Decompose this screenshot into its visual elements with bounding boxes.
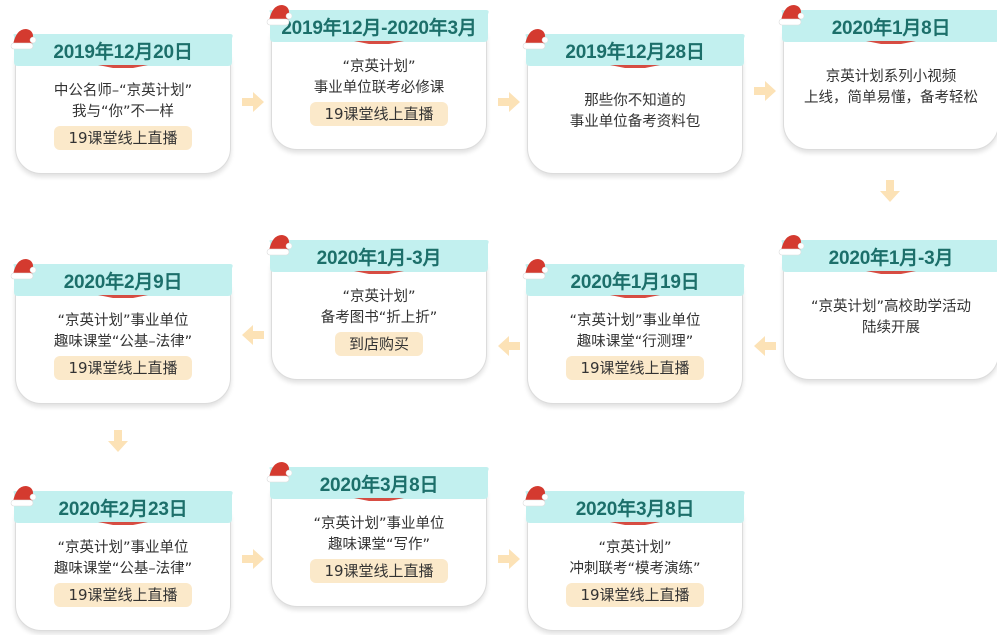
card-text-line: 陆续开展 <box>862 320 920 336</box>
santa-hat-icon <box>520 253 550 283</box>
date-banner: 2019年12月20日 <box>10 32 236 68</box>
arrow-right-icon <box>752 78 778 104</box>
date-banner: 2019年12月28日 <box>522 32 748 68</box>
card-tag: 19课堂线上直播 <box>54 126 192 150</box>
santa-hat-icon <box>776 0 806 29</box>
card-date: 2019年12月-2020年3月 <box>281 18 477 39</box>
santa-hat-icon <box>264 229 294 259</box>
timeline-card: 2019年12月28日那些你不知道的 事业单位备考资料包 <box>522 29 745 174</box>
arrow-left-icon <box>496 333 522 359</box>
timeline-card: 2019年12月20日中公名师–“京英计划” 我与“你”不一样 19课堂线上直播 <box>10 29 233 174</box>
card-text-line: 趣味课堂“行测理” <box>576 334 694 350</box>
card-tag: 19课堂线上直播 <box>566 583 704 607</box>
card-body: “京英计划”事业单位 趣味课堂“公基–法律” 19课堂线上直播 <box>16 538 230 607</box>
card-body: “京英计划”事业单位 趣味课堂“行测理” 19课堂线上直播 <box>528 311 742 380</box>
card-tag: 19课堂线上直播 <box>310 102 448 126</box>
date-banner: 2020年2月23日 <box>10 489 236 525</box>
card-tag: 19课堂线上直播 <box>54 356 192 380</box>
date-banner: 2020年1月19日 <box>522 262 748 298</box>
date-banner: 2020年1月-3月 <box>266 238 492 274</box>
card-tag: 19课堂线上直播 <box>310 559 448 583</box>
timeline-card: 2020年1月19日 “京英计划”事业单位 趣味课堂“行测理” 19课堂线上直播 <box>522 259 745 404</box>
card-text-line: “京英计划”事业单位 <box>313 516 445 532</box>
card-body: 中公名师–“京英计划” 我与“你”不一样 19课堂线上直播 <box>16 81 230 150</box>
card-tag: 19课堂线上直播 <box>566 356 704 380</box>
card-text-line: 上线，简单易懂，备考轻松 <box>804 90 978 106</box>
timeline-card: 2020年3月8日 “京英计划”事业单位 趣味课堂“写作” 19课堂线上直播 <box>266 462 489 607</box>
santa-hat-icon <box>264 0 294 29</box>
card-text-line: 事业单位备考资料包 <box>569 114 701 130</box>
card-text-line: 京英计划系列小视频 <box>825 69 957 85</box>
card-date: 2020年1月-3月 <box>316 248 442 269</box>
card-text-line: 那些你不知道的 <box>584 93 686 109</box>
card-text-line: “京英计划”事业单位 <box>57 313 189 329</box>
arrow-right-icon <box>496 546 522 572</box>
santa-hat-icon <box>8 253 38 283</box>
arrow-right-icon <box>240 89 266 115</box>
card-text-line: “京英计划”事业单位 <box>569 313 701 329</box>
timeline-card: 2020年2月23日 “京英计划”事业单位 趣味课堂“公基–法律” 19课堂线上直播 <box>10 486 233 631</box>
card-body: “京英计划” 事业单位联考必修课 19课堂线上直播 <box>272 57 486 126</box>
card-text-line: 趣味课堂“公基–法律” <box>53 334 193 350</box>
card-text-line: 中公名师–“京英计划” <box>53 83 193 99</box>
arrow-right-icon <box>496 89 522 115</box>
santa-hat-icon <box>264 456 294 486</box>
arrow-right-icon <box>240 546 266 572</box>
card-date: 2020年2月23日 <box>58 499 188 520</box>
date-banner: 2020年2月9日 <box>10 262 236 298</box>
card-text-line: 事业单位联考必修课 <box>313 80 445 96</box>
card-date: 2020年1月-3月 <box>828 248 954 269</box>
card-text-line: 冲刺联考“模考演练” <box>569 561 701 577</box>
card-text-line: “京英计划” <box>598 540 672 556</box>
arrow-down-icon <box>877 178 903 204</box>
card-body: “京英计划” 冲刺联考“模考演练” 19课堂线上直播 <box>528 538 742 607</box>
card-text-line: “京英计划” <box>342 289 416 305</box>
card-text-line: “京英计划”事业单位 <box>57 540 189 556</box>
timeline-card: 2020年1月-3月 “京英计划”高校助学活动 陆续开展 <box>778 235 997 380</box>
card-body: “京英计划”事业单位 趣味课堂“写作” 19课堂线上直播 <box>272 514 486 583</box>
card-text-line: 我与“你”不一样 <box>71 104 175 120</box>
card-date: 2020年1月8日 <box>831 18 951 39</box>
card-text-line: 备考图书“折上折” <box>320 310 438 326</box>
santa-hat-icon <box>520 480 550 510</box>
card-tag: 到店购买 <box>334 332 423 356</box>
timeline-card: 2020年1月8日京英计划系列小视频上线，简单易懂，备考轻松 <box>778 5 997 150</box>
card-date: 2020年3月8日 <box>319 475 439 496</box>
card-body: 那些你不知道的 事业单位备考资料包 <box>528 91 742 133</box>
card-body: “京英计划” 备考图书“折上折” 到店购买 <box>272 287 486 356</box>
date-banner: 2020年1月8日 <box>778 8 997 44</box>
card-date: 2020年3月8日 <box>575 499 695 520</box>
timeline-card: 2020年2月9日 “京英计划”事业单位 趣味课堂“公基–法律” 19课堂线上直播 <box>10 259 233 404</box>
date-banner: 2019年12月-2020年3月 <box>266 8 492 44</box>
timeline-card: 2019年12月-2020年3月 “京英计划” 事业单位联考必修课 19课堂线上直播 <box>266 5 489 150</box>
date-banner: 2020年3月8日 <box>266 465 492 501</box>
santa-hat-icon <box>776 229 806 259</box>
card-date: 2019年12月20日 <box>53 42 193 63</box>
card-date: 2020年2月9日 <box>63 272 183 293</box>
date-banner: 2020年3月8日 <box>522 489 748 525</box>
card-body: 京英计划系列小视频上线，简单易懂，备考轻松 <box>784 67 997 109</box>
card-text-line: “京英计划”高校助学活动 <box>810 299 972 315</box>
card-tag: 19课堂线上直播 <box>54 583 192 607</box>
timeline-card: 2020年1月-3月 “京英计划” 备考图书“折上折” 到店购买 <box>266 235 489 380</box>
card-date: 2020年1月19日 <box>570 272 700 293</box>
card-text-line: 趣味课堂“公基–法律” <box>53 561 193 577</box>
arrow-left-icon <box>240 322 266 348</box>
santa-hat-icon <box>8 23 38 53</box>
santa-hat-icon <box>520 23 550 53</box>
arrow-left-icon <box>752 333 778 359</box>
timeline-card: 2020年3月8日 “京英计划” 冲刺联考“模考演练” 19课堂线上直播 <box>522 486 745 631</box>
card-text-line: 趣味课堂“写作” <box>327 537 431 553</box>
date-banner: 2020年1月-3月 <box>778 238 997 274</box>
santa-hat-icon <box>8 480 38 510</box>
card-text-line: “京英计划” <box>342 59 416 75</box>
card-body: “京英计划”高校助学活动 陆续开展 <box>784 297 997 339</box>
card-body: “京英计划”事业单位 趣味课堂“公基–法律” 19课堂线上直播 <box>16 311 230 380</box>
arrow-down-icon <box>105 428 131 454</box>
card-date: 2019年12月28日 <box>565 42 705 63</box>
